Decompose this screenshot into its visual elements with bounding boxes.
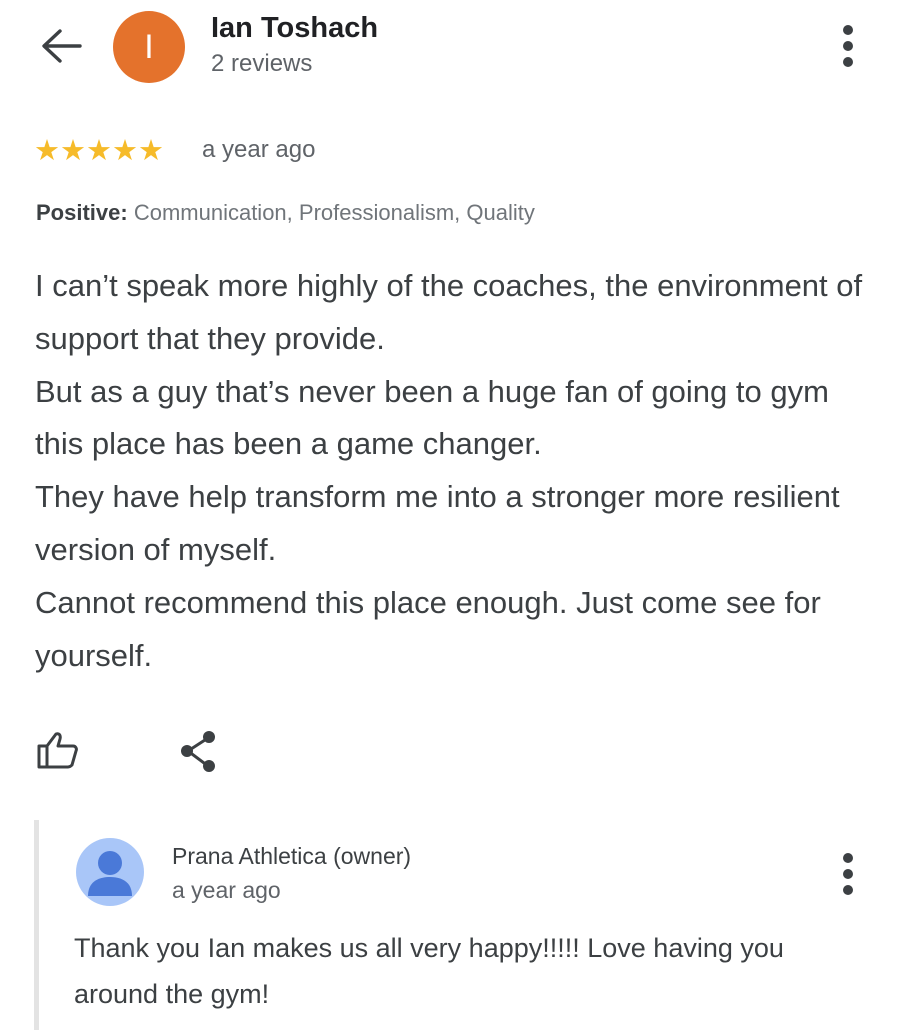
positive-label: Positive: — [36, 200, 128, 225]
thumbs-up-icon — [37, 732, 78, 769]
back-button[interactable] — [36, 26, 84, 66]
positive-values: Communication, Professionalism, Quality — [133, 200, 535, 225]
review-line: They have help transform me into a stron… — [35, 479, 840, 567]
share-icon — [181, 731, 215, 772]
review-line: I can’t speak more highly of the coaches… — [35, 268, 863, 356]
owner-avatar[interactable] — [76, 838, 144, 906]
review-text: I can’t speak more highly of the coaches… — [35, 260, 880, 682]
review-time: a year ago — [202, 136, 316, 163]
share-button[interactable] — [178, 730, 222, 774]
positive-attributes: Positive: Communication, Professionalism… — [36, 200, 535, 226]
reply-divider — [34, 820, 39, 1030]
review-count: 2 reviews — [211, 50, 313, 77]
arrow-back-icon — [42, 29, 82, 63]
person-icon — [88, 851, 132, 896]
owner-response-more-button[interactable] — [836, 853, 860, 897]
review-line: But as a guy that’s never been a huge fa… — [35, 373, 829, 462]
reviewer-avatar[interactable]: I — [113, 11, 185, 83]
owner-response-time: a year ago — [172, 877, 281, 903]
review-more-button[interactable] — [836, 25, 860, 69]
star-rating: ★★★★★ — [34, 135, 164, 167]
review-line: Cannot recommend this place enough. Just… — [35, 584, 821, 673]
like-button[interactable] — [36, 730, 80, 770]
reviewer-name[interactable]: Ian Toshach — [211, 12, 378, 45]
owner-response-text: Thank you Ian makes us all very happy!!!… — [74, 933, 784, 1009]
owner-name[interactable]: Prana Athletica (owner) — [172, 843, 411, 870]
